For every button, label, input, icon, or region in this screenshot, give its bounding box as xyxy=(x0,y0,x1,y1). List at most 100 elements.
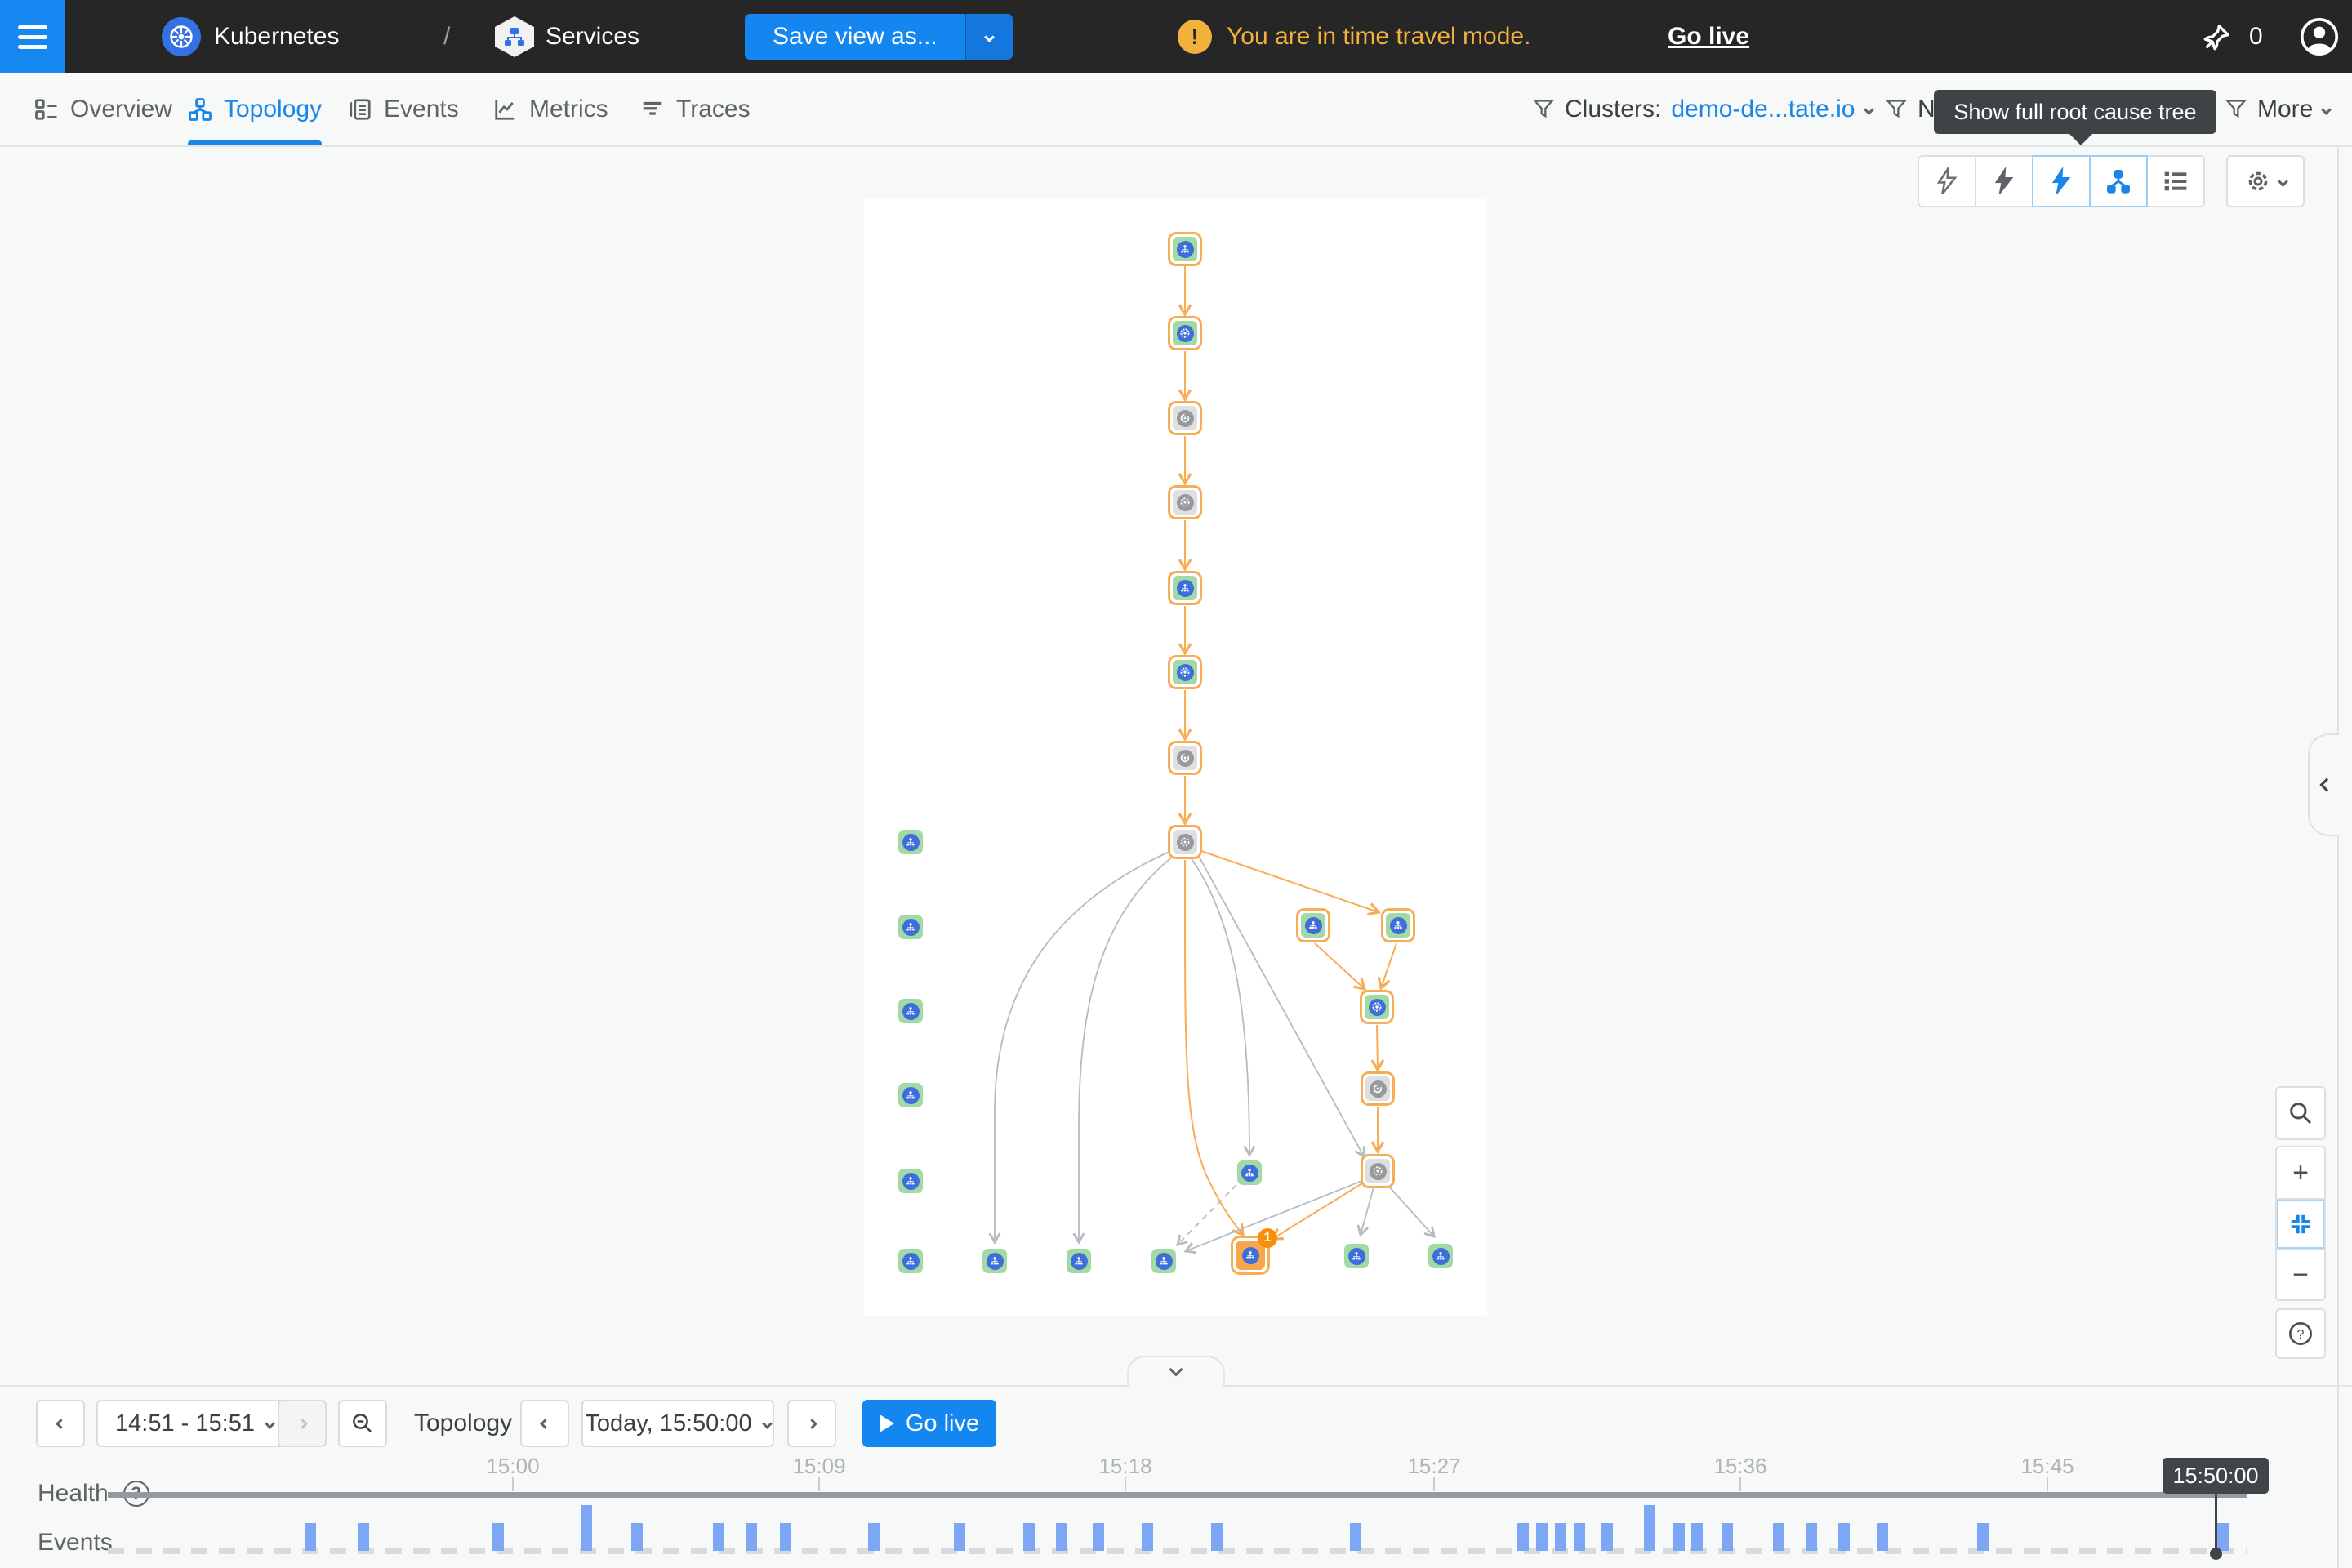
events-histogram-bar[interactable] xyxy=(1601,1523,1613,1551)
topology-node-service[interactable] xyxy=(982,1249,1007,1273)
filter-more[interactable]: More xyxy=(2225,74,2330,145)
topology-tree-view-button[interactable] xyxy=(2089,155,2148,207)
save-view-as-label[interactable]: Save view as... xyxy=(745,14,965,60)
pin-icon[interactable] xyxy=(2200,21,2233,54)
events-histogram-bar[interactable] xyxy=(1773,1523,1784,1551)
zoom-fit-button[interactable] xyxy=(2277,1198,2324,1249)
tab-overview[interactable]: Overview xyxy=(34,74,172,145)
events-histogram-bar[interactable] xyxy=(780,1523,791,1551)
events-histogram-bar[interactable] xyxy=(1056,1523,1067,1551)
topology-node-service[interactable] xyxy=(898,1083,923,1107)
topology-node-service[interactable] xyxy=(1381,908,1415,942)
topology-node-service[interactable] xyxy=(1296,908,1330,942)
time-range-prev-button[interactable] xyxy=(36,1400,85,1447)
topology-node-service[interactable] xyxy=(898,915,923,939)
topology-node-deployment[interactable] xyxy=(1168,741,1202,775)
topology-node-pod[interactable] xyxy=(1168,655,1202,689)
topology-canvas[interactable]: 1 xyxy=(864,199,1487,1316)
events-histogram-bar[interactable] xyxy=(631,1523,643,1551)
help-button[interactable]: ? xyxy=(2277,1310,2324,1357)
topology-node-service[interactable] xyxy=(898,1169,923,1193)
events-histogram-bar[interactable] xyxy=(492,1523,504,1551)
zoom-out-button[interactable]: − xyxy=(2277,1249,2324,1299)
events-histogram-bar[interactable] xyxy=(713,1523,724,1551)
topology-node-service[interactable] xyxy=(898,830,923,854)
events-histogram-bar[interactable] xyxy=(1023,1523,1035,1551)
events-histogram-bar[interactable] xyxy=(1517,1523,1529,1551)
time-range-dropdown[interactable]: 14:51 - 15:51 xyxy=(96,1400,292,1447)
tab-events[interactable]: Events xyxy=(348,74,459,145)
hamburger-menu-button[interactable] xyxy=(0,0,65,74)
events-histogram-bar[interactable] xyxy=(1644,1505,1655,1551)
topology-node-service[interactable] xyxy=(898,999,923,1023)
topology-node-service[interactable] xyxy=(1168,232,1202,266)
topology-node-replicaset[interactable] xyxy=(1361,1154,1395,1188)
topology-node-service[interactable] xyxy=(1344,1244,1369,1268)
events-histogram-bar[interactable] xyxy=(1574,1523,1585,1551)
save-view-as-caret[interactable] xyxy=(965,14,1013,60)
breadcrumb-kubernetes[interactable]: Kubernetes xyxy=(214,0,339,74)
events-histogram-bar[interactable] xyxy=(581,1505,592,1551)
events-histogram-bar[interactable] xyxy=(1673,1523,1685,1551)
tab-metrics[interactable]: Metrics xyxy=(493,74,608,145)
topology-node-service[interactable] xyxy=(898,1249,923,1273)
tab-traces[interactable]: Traces xyxy=(640,74,751,145)
current-time-marker-badge[interactable]: 15:50:00 xyxy=(2163,1458,2269,1494)
events-histogram-bar[interactable] xyxy=(1142,1523,1153,1551)
topology-node-deployment[interactable] xyxy=(1361,1071,1395,1106)
events-histogram-bar[interactable] xyxy=(358,1523,369,1551)
filter-clusters-value[interactable]: demo-de...tate.io xyxy=(1671,96,1855,123)
current-time-marker-dot[interactable] xyxy=(2210,1548,2222,1560)
filter-clusters[interactable]: Clusters: demo-de...tate.io xyxy=(1532,74,1873,145)
topology-node-service[interactable] xyxy=(1152,1249,1176,1273)
events-histogram-bar[interactable] xyxy=(1977,1523,1989,1551)
settings-button[interactable] xyxy=(2226,155,2305,207)
topology-node-deployment[interactable] xyxy=(1168,401,1202,435)
events-histogram-bar[interactable] xyxy=(1838,1523,1850,1551)
current-time-dropdown[interactable]: Today, 15:50:00 xyxy=(581,1400,774,1447)
topology-node-replicaset[interactable] xyxy=(1168,825,1202,859)
topology-node-service[interactable] xyxy=(1237,1160,1262,1185)
time-range-next-button[interactable] xyxy=(278,1400,327,1447)
root-cause-partial-button[interactable] xyxy=(1975,155,2034,207)
topology-node-pod[interactable] xyxy=(1360,990,1394,1024)
breadcrumb-services[interactable]: Services xyxy=(546,0,639,74)
tab-traces-label: Traces xyxy=(676,96,751,123)
go-live-link[interactable]: Go live xyxy=(1668,0,1749,74)
events-histogram-bar[interactable] xyxy=(868,1523,880,1551)
time-step-back-button[interactable] xyxy=(520,1400,569,1447)
list-view-button[interactable] xyxy=(2146,155,2205,207)
root-cause-off-button[interactable] xyxy=(1918,155,1976,207)
events-histogram-bar[interactable] xyxy=(1555,1523,1566,1551)
events-histogram-bar[interactable] xyxy=(1806,1523,1817,1551)
events-histogram-bar[interactable] xyxy=(1350,1523,1361,1551)
events-histogram-bar[interactable] xyxy=(1093,1523,1104,1551)
topology-node-service[interactable] xyxy=(1428,1244,1453,1268)
expand-right-panel-tab[interactable] xyxy=(2308,733,2339,836)
health-timeline-bar[interactable] xyxy=(108,1492,2247,1498)
tab-topology[interactable]: Topology xyxy=(188,74,322,145)
events-histogram-bar[interactable] xyxy=(1211,1523,1223,1551)
events-histogram-bar[interactable] xyxy=(746,1523,757,1551)
events-histogram-bar[interactable] xyxy=(1722,1523,1733,1551)
events-histogram-bar[interactable] xyxy=(2217,1523,2229,1551)
root-cause-full-button[interactable] xyxy=(2032,155,2091,207)
search-button[interactable] xyxy=(2277,1088,2324,1138)
save-view-as-button[interactable]: Save view as... xyxy=(745,14,1013,60)
collapse-timeline-tab[interactable] xyxy=(1127,1356,1225,1387)
go-live-button[interactable]: Go live xyxy=(862,1400,996,1447)
topology-node-replicaset[interactable] xyxy=(1168,485,1202,519)
topology-node-service[interactable] xyxy=(1067,1249,1091,1273)
events-histogram-bar[interactable] xyxy=(1536,1523,1548,1551)
user-avatar[interactable] xyxy=(2300,17,2339,56)
zoom-in-button[interactable]: + xyxy=(2277,1147,2324,1198)
events-histogram-bar[interactable] xyxy=(1877,1523,1888,1551)
topology-node-service[interactable]: 1 xyxy=(1231,1236,1270,1275)
timeline-zoom-out-button[interactable] xyxy=(338,1400,387,1447)
time-step-forward-button[interactable] xyxy=(787,1400,836,1447)
events-histogram-bar[interactable] xyxy=(305,1523,316,1551)
topology-node-pod[interactable] xyxy=(1168,316,1202,350)
events-histogram-bar[interactable] xyxy=(1691,1523,1703,1551)
topology-node-service[interactable] xyxy=(1168,571,1202,605)
events-histogram-bar[interactable] xyxy=(954,1523,965,1551)
